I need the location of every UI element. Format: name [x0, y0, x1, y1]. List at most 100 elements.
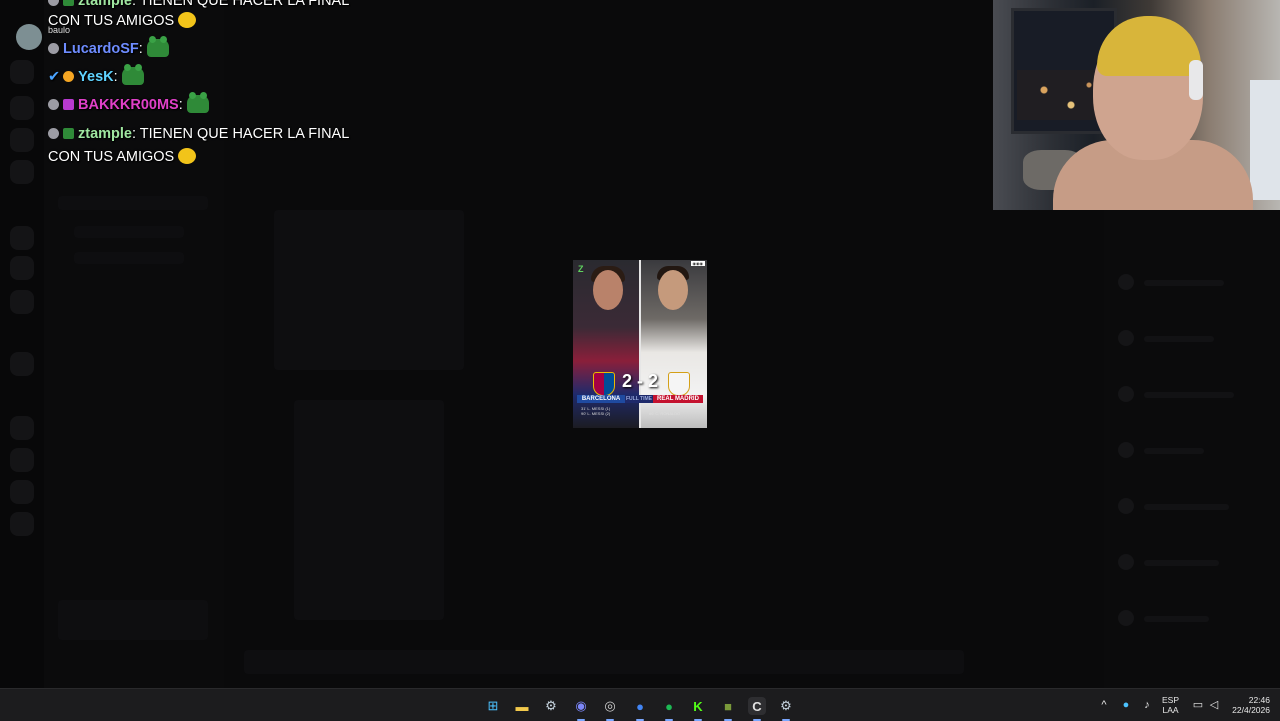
badge-icon	[48, 43, 59, 54]
member-name	[1144, 504, 1229, 510]
member-avatar	[1118, 386, 1134, 402]
chat-text: : TIENEN QUE HACER LA FINAL	[132, 0, 350, 9]
overlap-username: baulo	[48, 25, 71, 35]
server-icon	[10, 448, 34, 472]
server-icon	[10, 416, 34, 440]
shield-icon[interactable]: ●	[1119, 698, 1133, 712]
steam-icon[interactable]: ⚙	[542, 697, 560, 715]
server-icon	[10, 352, 34, 376]
badge-icon	[48, 0, 59, 6]
social-tag: ◉◉◉	[690, 261, 705, 266]
member-name	[1144, 560, 1219, 566]
obs-icon[interactable]: ◎	[601, 697, 619, 721]
chat-username: YesK	[78, 69, 114, 85]
keyboard-layout: LAA	[1162, 705, 1179, 715]
scorer-line: 90' L. MESSI (2)	[581, 411, 611, 416]
home-team-label: BARCELONA	[577, 395, 625, 403]
embed-image	[294, 400, 444, 620]
badge-icon	[48, 99, 59, 110]
chevron-up-icon[interactable]: ^	[1097, 698, 1111, 712]
file-explorer-icon[interactable]: ▬	[513, 697, 531, 715]
match-status: FULL TIME	[625, 395, 653, 403]
brand-logo-icon: Z	[578, 264, 584, 274]
emote-icon	[121, 64, 144, 85]
member-avatar	[1118, 274, 1134, 290]
emote-icon	[178, 148, 197, 164]
chat-text: :	[178, 97, 183, 113]
chat-message: ztample: TIENEN QUE HACER LA FINAL	[48, 123, 349, 146]
match-poster-image: Z ◉◉◉ 2 - 2 BARCELONA FULL TIME REAL MAD…	[573, 260, 707, 428]
language-code: ESP	[1162, 695, 1180, 705]
member-avatar	[1118, 554, 1134, 570]
server-icon	[10, 290, 34, 314]
member-name	[1144, 616, 1209, 622]
language-indicator[interactable]: ESP LAA	[1162, 695, 1179, 715]
spotify-icon[interactable]: ●	[660, 697, 678, 721]
chat-overlay: ztample: TIENEN QUE HACER LA FINAL CON T…	[0, 0, 360, 200]
chat-message: BAKKKR00MS:	[48, 92, 209, 117]
chat-message: ✔ YesK:	[48, 64, 144, 89]
member-name	[1144, 392, 1234, 398]
chat-username: LucardoSF	[63, 41, 139, 57]
app-c-icon[interactable]: C	[748, 697, 766, 721]
chat-text: :	[113, 69, 118, 85]
chat-message-continuation: CON TUS AMIGOS	[48, 146, 197, 169]
member-name	[1144, 448, 1204, 454]
server-icon	[10, 226, 34, 250]
badge-icon	[63, 99, 74, 110]
ronaldo-figure	[658, 270, 688, 310]
microphone-icon[interactable]: ♪	[1140, 698, 1154, 712]
member-list	[1104, 210, 1280, 688]
server-icon	[10, 480, 34, 504]
discord-icon[interactable]: ◉	[572, 697, 590, 721]
message-input	[244, 650, 964, 674]
match-score: 2 - 2	[621, 371, 659, 391]
start-icon[interactable]: ⊞	[484, 697, 502, 715]
badge-icon	[48, 128, 59, 139]
volume-icon[interactable]: ◁	[1207, 698, 1221, 712]
away-scorers: 22' C. RONALDO 66' C. RONALDO	[649, 406, 680, 416]
away-team-label: REAL MADRID	[653, 395, 703, 403]
chat-text: CON TUS AMIGOS	[48, 149, 175, 165]
real-madrid-crest-icon	[668, 372, 690, 396]
messi-figure	[593, 270, 623, 310]
scorer-line: 66' C. RONALDO	[649, 411, 681, 416]
headphones	[1189, 60, 1203, 100]
minecraft-icon[interactable]: ■	[719, 697, 737, 721]
steam-icon[interactable]: ⚙	[777, 697, 795, 721]
channel-row	[74, 252, 184, 264]
server-icon	[10, 512, 34, 536]
clock-date: 22/4/2026	[1232, 705, 1270, 715]
member-name	[1144, 280, 1224, 286]
member-name	[1144, 336, 1214, 342]
chat-text: :	[138, 41, 143, 57]
chrome-icon[interactable]: ●	[631, 697, 649, 721]
badge-icon	[63, 128, 74, 139]
embed-image	[274, 210, 464, 370]
barcelona-crest-icon	[593, 372, 615, 396]
channel-row	[74, 226, 184, 238]
server-icon	[10, 256, 34, 280]
badge-icon	[63, 71, 75, 82]
kick-icon[interactable]: K	[689, 697, 707, 721]
chat-username: ztample	[78, 126, 132, 142]
clock-time: 22:46	[1248, 695, 1270, 705]
network-icon[interactable]: ▭	[1191, 698, 1205, 712]
emote-icon	[146, 36, 169, 57]
chat-username: BAKKKR00MS	[78, 97, 179, 113]
windows-taskbar: ⊞ ▬ ⚙ ◉ ◎ ● ● K ■ C ⚙ ^ ● ♪ ESP LAA ▭ ◁ …	[0, 688, 1280, 721]
emote-icon	[186, 92, 209, 113]
avatar	[16, 24, 42, 50]
home-scorers: 31' L. MESSI (1) 90' L. MESSI (2)	[581, 406, 610, 416]
member-avatar	[1118, 330, 1134, 346]
webcam-feed	[993, 0, 1280, 210]
chat-text: : TIENEN QUE HACER LA FINAL	[132, 126, 350, 142]
monitor	[1250, 80, 1280, 200]
member-avatar	[1118, 442, 1134, 458]
clock[interactable]: 22:46 22/4/2026	[1226, 695, 1270, 715]
sword-badge-icon: ✔	[48, 69, 61, 85]
member-avatar	[1118, 498, 1134, 514]
chat-message: LucardoSF:	[48, 36, 169, 61]
chat-message-continuation: CON TUS AMIGOS	[48, 10, 197, 33]
emote-icon	[178, 12, 197, 28]
